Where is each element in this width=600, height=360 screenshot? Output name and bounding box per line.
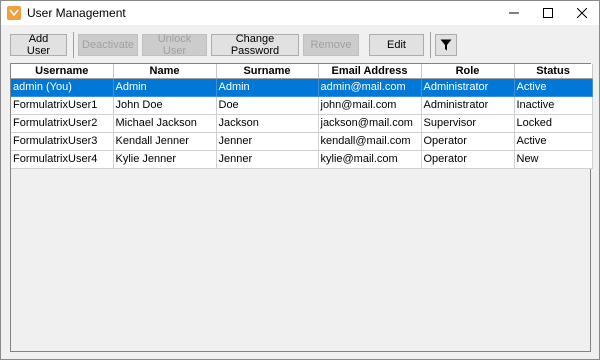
maximize-button[interactable] bbox=[531, 1, 565, 25]
window-title: User Management bbox=[27, 6, 126, 20]
deactivate-button[interactable]: Deactivate bbox=[78, 34, 138, 56]
toolbar-separator bbox=[73, 32, 74, 58]
cell-role: Operator bbox=[421, 150, 515, 169]
cell-email: kylie@mail.com bbox=[318, 150, 422, 169]
cell-role: Operator bbox=[421, 132, 515, 151]
app-logo-icon bbox=[7, 6, 21, 20]
close-button[interactable] bbox=[565, 1, 599, 25]
cell-status: Active bbox=[514, 78, 593, 97]
cell-email: john@mail.com bbox=[318, 96, 422, 115]
cell-status: Inactive bbox=[514, 96, 593, 115]
cell-name: Kendall Jenner bbox=[113, 132, 217, 151]
maximize-icon bbox=[543, 8, 553, 18]
toolbar-separator bbox=[430, 32, 431, 58]
remove-button[interactable]: Remove bbox=[303, 34, 359, 56]
toolbar: Add User Deactivate Unlock User Change P… bbox=[1, 25, 599, 65]
cell-name: Michael Jackson bbox=[113, 114, 217, 133]
table-row-selected[interactable]: admin (You) Admin Admin admin@mail.com A… bbox=[11, 78, 593, 97]
window-controls bbox=[497, 1, 599, 25]
table-row[interactable]: FormulatrixUser4 Kylie Jenner Jenner kyl… bbox=[11, 150, 593, 169]
cell-username: admin (You) bbox=[11, 78, 114, 97]
title-bar: User Management bbox=[1, 1, 599, 25]
cell-email: jackson@mail.com bbox=[318, 114, 422, 133]
close-icon bbox=[577, 8, 587, 18]
cell-status: New bbox=[514, 150, 593, 169]
column-header-name[interactable]: Name bbox=[113, 64, 217, 79]
cell-username: FormulatrixUser3 bbox=[11, 132, 114, 151]
cell-surname: Jenner bbox=[216, 150, 319, 169]
minimize-button[interactable] bbox=[497, 1, 531, 25]
cell-name: Kylie Jenner bbox=[113, 150, 217, 169]
column-header-email[interactable]: Email Address bbox=[318, 64, 422, 79]
filter-button[interactable] bbox=[435, 34, 457, 56]
cell-name: Admin bbox=[113, 78, 217, 97]
cell-username: FormulatrixUser1 bbox=[11, 96, 114, 115]
column-header-surname[interactable]: Surname bbox=[216, 64, 319, 79]
change-password-button[interactable]: Change Password bbox=[211, 33, 299, 57]
cell-status: Locked bbox=[514, 114, 593, 133]
cell-email: kendall@mail.com bbox=[318, 132, 422, 151]
cell-surname: Doe bbox=[216, 96, 319, 115]
users-table: Username Name Surname Email Address Role… bbox=[11, 64, 593, 169]
cell-name: John Doe bbox=[113, 96, 217, 115]
column-header-status[interactable]: Status bbox=[514, 64, 593, 79]
column-header-username[interactable]: Username bbox=[11, 64, 114, 79]
cell-surname: Jackson bbox=[216, 114, 319, 133]
column-header-role[interactable]: Role bbox=[421, 64, 515, 79]
cell-surname: Admin bbox=[216, 78, 319, 97]
cell-email: admin@mail.com bbox=[318, 78, 422, 97]
cell-username: FormulatrixUser2 bbox=[11, 114, 114, 133]
cell-role: Administrator bbox=[421, 96, 515, 115]
cell-username: FormulatrixUser4 bbox=[11, 150, 114, 169]
cell-status: Active bbox=[514, 132, 593, 151]
filter-icon bbox=[440, 39, 452, 51]
cell-surname: Jenner bbox=[216, 132, 319, 151]
table-row[interactable]: FormulatrixUser3 Kendall Jenner Jenner k… bbox=[11, 132, 593, 151]
add-user-button[interactable]: Add User bbox=[10, 33, 67, 57]
user-management-window: User Management Add User Deactivate Unlo… bbox=[0, 0, 600, 360]
edit-button[interactable]: Edit bbox=[369, 34, 424, 56]
table-row[interactable]: FormulatrixUser1 John Doe Doe john@mail.… bbox=[11, 96, 593, 115]
table-header-row: Username Name Surname Email Address Role… bbox=[11, 64, 593, 79]
minimize-icon bbox=[509, 12, 519, 14]
table-row[interactable]: FormulatrixUser2 Michael Jackson Jackson… bbox=[11, 114, 593, 133]
users-grid[interactable]: Username Name Surname Email Address Role… bbox=[10, 63, 593, 352]
unlock-user-button[interactable]: Unlock User bbox=[142, 33, 207, 57]
cell-role: Administrator bbox=[421, 78, 515, 97]
cell-role: Supervisor bbox=[421, 114, 515, 133]
